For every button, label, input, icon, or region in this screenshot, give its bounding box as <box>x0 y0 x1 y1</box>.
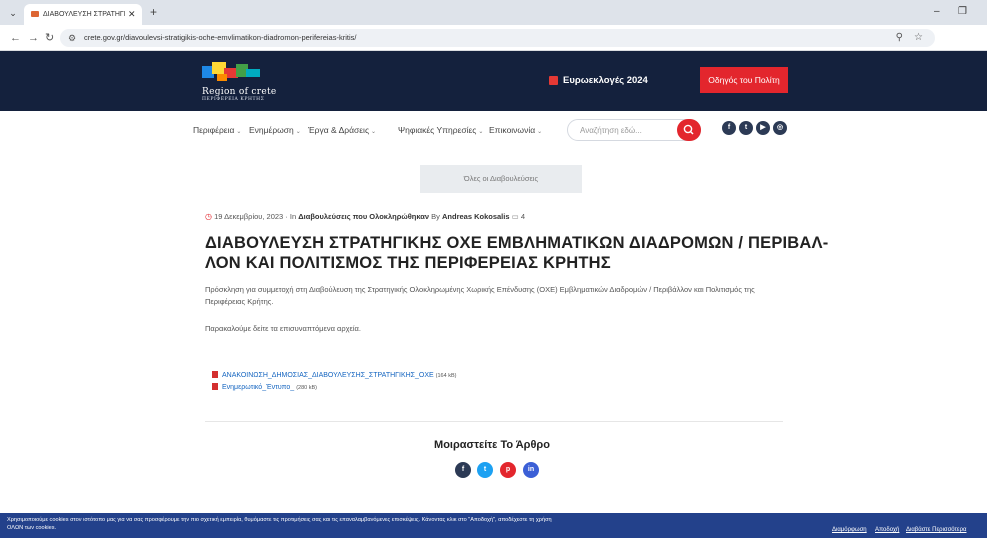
nav-item-region[interactable]: Περιφέρεια ⌄ <box>193 125 241 138</box>
browser-tab[interactable]: ΔΙΑΒΟΥΛΕΥΣΗ ΣΤΡΑΤΗΓΙΚΗΣ Ο ✕ <box>24 4 142 25</box>
pdf-icon <box>212 371 218 378</box>
search-button[interactable] <box>677 119 701 141</box>
intro-line: Περιφέρειας Κρήτης. <box>205 297 274 306</box>
comment-count[interactable]: 4 <box>521 212 525 221</box>
nav-item-digital-services[interactable]: Ψηφιακές Υπηρεσίες ⌄ <box>398 125 483 138</box>
linkedin-share-icon[interactable]: in <box>523 462 539 478</box>
facebook-icon[interactable]: f <box>722 121 736 135</box>
zoom-icon[interactable]: ⚲ <box>896 30 903 46</box>
comment-icon: ▭ <box>511 212 519 221</box>
restore-icon[interactable]: ❐ <box>958 5 967 19</box>
elections-label: Ευρωεκλογές 2024 <box>563 75 648 86</box>
search-icon <box>683 124 694 135</box>
nav-item-label: Έργα & Δράσεις <box>308 125 370 135</box>
chevron-down-icon: ⌄ <box>478 129 484 135</box>
author-link[interactable]: Andreas Kokosalis <box>442 212 510 221</box>
reload-icon[interactable]: ↻ <box>45 30 54 46</box>
title-line: ΛΟΝ ΚΑΙ ΠΟΛΙΤΙΣΜΟΣ ΤΗΣ ΠΕΡΙΦΕΡΕΙΑΣ ΚΡΗΤΗ… <box>205 254 611 272</box>
nav-item-label: Ενημέρωση <box>249 125 294 135</box>
chevron-down-icon: ⌄ <box>537 129 543 135</box>
page-title: ΔΙΑΒΟΥΛΕΥΣΗ ΣΤΡΑΤΗΓΙΚΗΣ ΟΧΕ ΕΜΒΛΗΜΑΤΙΚΩΝ… <box>205 233 829 273</box>
by-label: By <box>431 212 440 221</box>
article-meta: ◷ 19 Δεκεμβρίου, 2023 · In Διαβουλεύσεις… <box>205 211 525 223</box>
nav-item-label: Περιφέρεια <box>193 125 235 135</box>
bookmark-star-icon[interactable]: ☆ <box>914 30 923 46</box>
tab-search-icon[interactable]: ⌄ <box>6 6 20 20</box>
nav-item-news[interactable]: Ενημέρωση ⌄ <box>249 125 301 138</box>
logo-subtitle: ΠΕΡΙΦΕΡΕΙΑ ΚΡΗΤΗΣ <box>202 97 265 102</box>
nav-item-projects[interactable]: Έργα & Δράσεις ⌄ <box>308 125 376 138</box>
nav-item-label: Ψηφιακές Υπηρεσίες <box>398 125 477 135</box>
browser-toolbar: ← → ↻ ⚙ crete.gov.gr/diavoulevsi-stratig… <box>0 25 987 68</box>
facebook-share-icon[interactable]: f <box>455 462 471 478</box>
cookie-banner: Χρησιμοποιούμε cookies στον ιστότοπο μας… <box>0 513 987 538</box>
crete-logo-icon[interactable] <box>202 60 268 82</box>
cookie-accept-link[interactable]: Αποδοχή <box>875 526 899 535</box>
cookie-text-line: Χρησιμοποιούμε cookies στον ιστότοπο μας… <box>7 517 552 523</box>
article-date: 19 Δεκεμβρίου, 2023 <box>214 212 284 221</box>
chevron-down-icon: ⌄ <box>295 129 301 135</box>
tab-title: ΔΙΑΒΟΥΛΕΥΣΗ ΣΤΡΑΤΗΓΙΚΗΣ Ο <box>43 11 125 18</box>
search-input[interactable] <box>580 124 675 136</box>
site-settings-icon[interactable]: ⚙ <box>68 31 76 45</box>
attachment-link[interactable]: Ενημερωτικό_Έντυπο_ <box>222 384 294 391</box>
cookie-read-more-link[interactable]: Διαβάστε Περισσότερα <box>906 526 966 535</box>
ballot-box-icon <box>549 76 558 85</box>
twitter-share-icon[interactable]: t <box>477 462 493 478</box>
pinterest-share-icon[interactable]: p <box>500 462 516 478</box>
category-link[interactable]: Διαβουλεύσεις που Ολοκληρώθηκαν <box>298 212 429 221</box>
share-title: Μοιραστείτε Το Άρθρο <box>434 439 550 451</box>
attachments-note: Παρακαλούμε δείτε τα επισυναπτόμενα αρχε… <box>205 324 361 333</box>
nav-item-contact[interactable]: Επικοινωνία ⌄ <box>489 125 542 138</box>
attachment-item: Ενημερωτικό_Έντυπο_ (280 kB) <box>212 383 317 393</box>
nav-item-label: Επικοινωνία <box>489 125 536 135</box>
chevron-down-icon: ⌄ <box>371 129 377 135</box>
instagram-icon[interactable]: ◎ <box>773 121 787 135</box>
attachment-link[interactable]: ΑΝΑΚΟΙΝΩΣΗ_ΔΗΜΟΣΙΑΣ_ΔΙΑΒΟΥΛΕΥΣΗΣ_ΣΤΡΑΤΗΓ… <box>222 372 434 379</box>
chevron-down-icon: ⌄ <box>236 129 242 135</box>
tab-close-icon[interactable]: ✕ <box>128 7 136 21</box>
back-arrow-icon[interactable]: ← <box>10 30 21 46</box>
cookie-text-line: ΟΛΩΝ των cookies. <box>7 525 57 531</box>
attachment-item: ΑΝΑΚΟΙΝΩΣΗ_ΔΗΜΟΣΙΑΣ_ΔΙΑΒΟΥΛΕΥΣΗΣ_ΣΤΡΑΤΗΓ… <box>212 371 456 381</box>
in-label: · In <box>285 212 297 221</box>
attachment-size: (280 kB) <box>296 385 317 391</box>
main-nav: Περιφέρεια ⌄ Ενημέρωση ⌄ Έργα & Δράσεις ⌄ Ψ… <box>0 111 987 149</box>
intro-line: Πρόσκληση για συμμετοχή στη Διαβούλευση … <box>205 285 755 294</box>
article-intro: Πρόσκληση για συμμετοχή στη Διαβούλευση … <box>205 284 805 308</box>
url-text[interactable]: crete.gov.gr/diavoulevsi-stratigikis-och… <box>84 31 356 45</box>
citizen-guide-button[interactable]: Οδηγός του Πολίτη <box>700 67 788 93</box>
search-box <box>567 119 701 141</box>
twitter-icon[interactable]: t <box>739 121 753 135</box>
address-bar[interactable]: ⚙ crete.gov.gr/diavoulevsi-stratigikis-o… <box>60 29 935 47</box>
divider <box>205 421 783 422</box>
attachment-size: (164 kB) <box>435 373 457 379</box>
cookie-settings-link[interactable]: Διαμόρφωση <box>832 526 867 535</box>
cookie-text: Χρησιμοποιούμε cookies στον ιστότοπο μας… <box>7 516 727 532</box>
site-header: Region of crete ΠΕΡΙΦΕΡΕΙΑ ΚΡΗΤΗΣ Ευρωεκ… <box>0 51 987 111</box>
minimize-icon[interactable]: – <box>934 5 940 19</box>
browser-tab-strip: ⌄ ΔΙΑΒΟΥΛΕΥΣΗ ΣΤΡΑΤΗΓΙΚΗΣ Ο ✕ + – ❐ <box>0 0 987 25</box>
title-line: ΔΙΑΒΟΥΛΕΥΣΗ ΣΤΡΑΤΗΓΙΚΗΣ ΟΧΕ ΕΜΒΛΗΜΑΤΙΚΩΝ… <box>205 234 829 252</box>
site-favicon-icon <box>31 11 39 17</box>
logo-text[interactable]: Region of crete <box>202 87 277 97</box>
forward-arrow-icon[interactable]: → <box>28 30 39 46</box>
clock-icon: ◷ <box>205 212 212 221</box>
new-tab-button[interactable]: + <box>150 5 157 19</box>
youtube-icon[interactable]: ▶ <box>756 121 770 135</box>
all-consultations-button[interactable]: Όλες οι Διαβουλεύσεις <box>420 165 582 193</box>
pdf-icon <box>212 383 218 390</box>
